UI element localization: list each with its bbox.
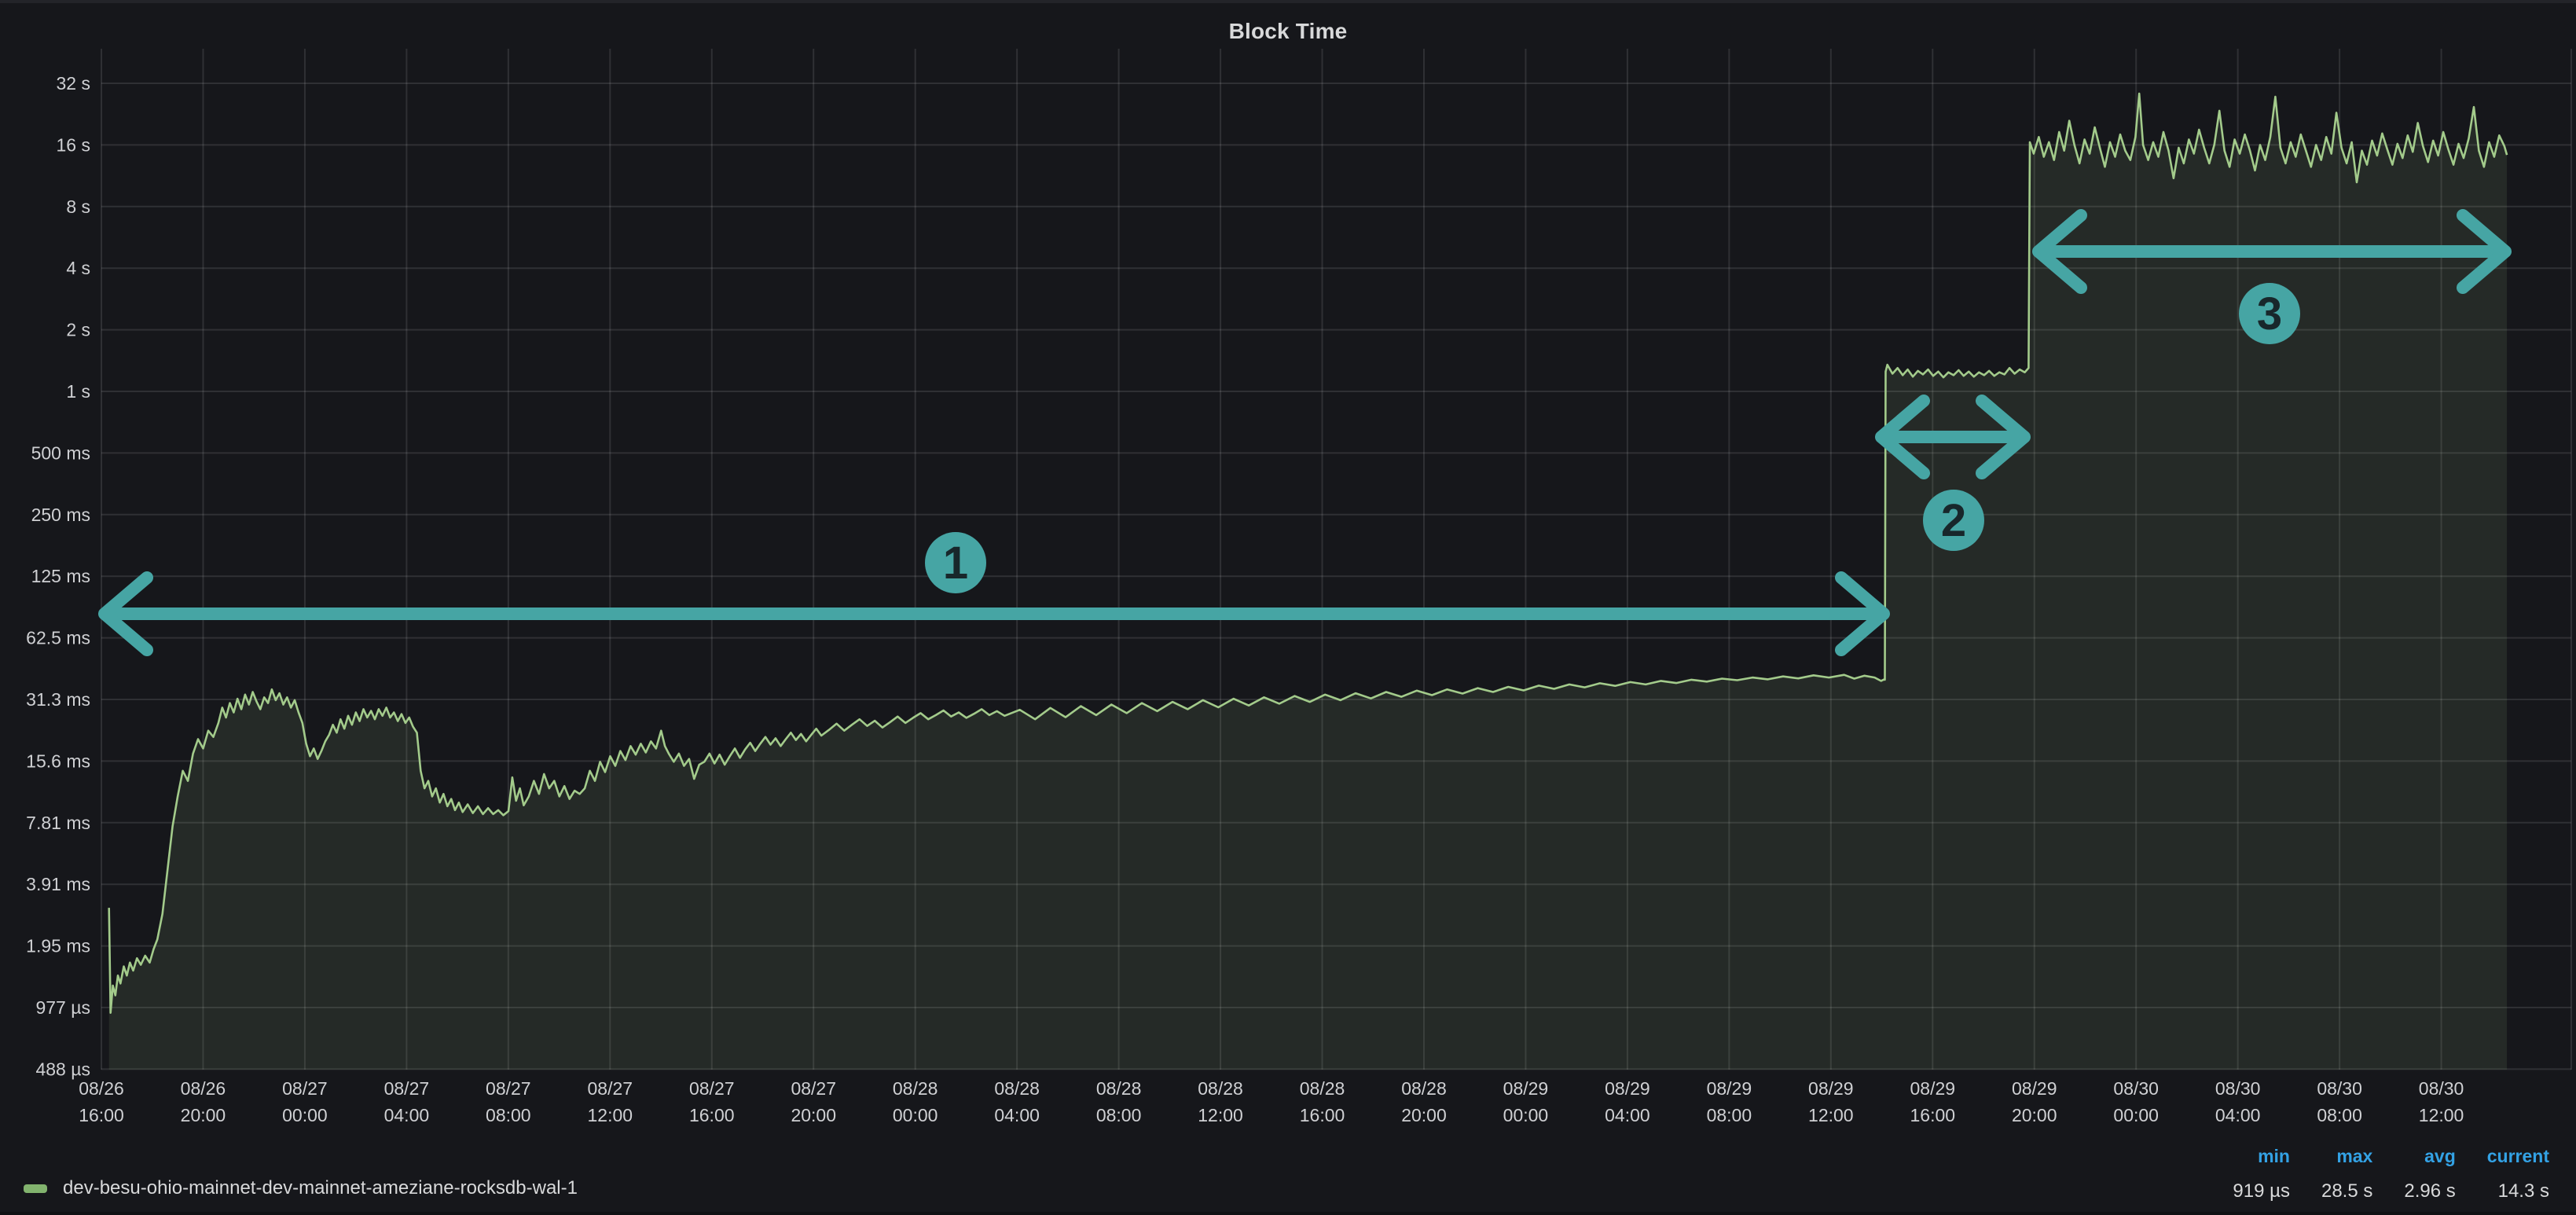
x-tick-date: 08/27 [486,1078,531,1099]
x-tick-time: 08:00 [2317,1105,2362,1125]
x-tick-time: 16:00 [1300,1105,1345,1125]
x-tick-date: 08/29 [1808,1078,1854,1099]
x-tick-time: 12:00 [2419,1105,2464,1125]
legend-stats: min 919 µs max 28.5 s avg 2.96 s current… [2233,1146,2549,1202]
y-tick-label: 125 ms [31,566,90,586]
x-tick-date: 08/27 [384,1078,430,1099]
x-tick-time: 08:00 [1096,1105,1142,1125]
stat-avg-value: 2.96 s [2404,1180,2455,1202]
x-tick-time: 00:00 [282,1105,328,1125]
x-tick-time: 16:00 [689,1105,735,1125]
x-tick-date: 08/28 [1096,1078,1142,1099]
series-legend-label[interactable]: dev-besu-ohio-mainnet-dev-mainnet-amezia… [63,1177,578,1199]
stat-current-value: 14.3 s [2498,1180,2549,1202]
legend: dev-besu-ohio-mainnet-dev-mainnet-amezia… [24,1177,578,1199]
x-tick-date: 08/30 [2215,1078,2261,1099]
stat-max-header: max [2336,1146,2372,1167]
annotation-number: 1 [943,538,968,589]
y-tick-label: 250 ms [31,505,90,525]
x-tick-time: 04:00 [994,1105,1040,1125]
x-tick-time: 08:00 [1707,1105,1752,1125]
stat-current-header: current [2487,1146,2549,1167]
x-tick-time: 16:00 [79,1105,124,1125]
y-tick-label: 32 s [57,73,90,94]
stat-avg: avg 2.96 s [2404,1146,2455,1202]
y-tick-label: 62.5 ms [26,628,90,648]
x-tick-date: 08/28 [1401,1078,1447,1099]
x-tick-time: 20:00 [1401,1105,1447,1125]
y-tick-label: 1 s [66,381,90,402]
y-tick-label: 4 s [66,258,90,278]
stat-avg-header: avg [2424,1146,2456,1167]
block-time-chart[interactable]: 32 s 16 s 8 s 4 s 2 s 1 s 500 ms 250 ms 125 ms 62… [0,3,2576,1215]
x-tick-time: 12:00 [588,1105,633,1125]
stat-max-value: 28.5 s [2321,1180,2372,1202]
y-tick-label: 2 s [66,320,90,340]
x-tick-date: 08/28 [1198,1078,1243,1099]
y-tick-label: 1.95 ms [26,936,90,956]
x-tick-date: 08/27 [689,1078,735,1099]
x-tick-time: 04:00 [1605,1105,1650,1125]
x-tick-date: 08/27 [588,1078,633,1099]
x-tick-date: 08/29 [2012,1078,2057,1099]
x-tick-date: 08/27 [791,1078,836,1099]
y-tick-label: 500 ms [31,442,90,463]
series-color-swatch [24,1184,47,1193]
x-tick-time: 16:00 [1910,1105,1955,1125]
x-tick-time: 20:00 [2012,1105,2057,1125]
x-tick-time: 00:00 [893,1105,938,1125]
x-tick-date: 08/26 [181,1078,226,1099]
x-tick-time: 20:00 [791,1105,836,1125]
y-tick-label: 977 µs [35,997,90,1018]
x-tick-date: 08/28 [893,1078,938,1099]
x-tick-time: 08:00 [486,1105,531,1125]
x-tick-time: 00:00 [1503,1105,1549,1125]
x-tick-time: 04:00 [384,1105,430,1125]
annotation-number: 3 [2257,288,2282,340]
x-tick-time: 12:00 [1808,1105,1854,1125]
y-tick-label: 8 s [66,196,90,217]
y-tick-label: 15.6 ms [26,751,90,771]
y-tick-label: 488 µs [35,1059,90,1079]
x-tick-date: 08/29 [1605,1078,1650,1099]
annotation-number: 2 [1941,495,1966,546]
x-tick-date: 08/29 [1707,1078,1752,1099]
stat-min-value: 919 µs [2233,1180,2290,1202]
x-tick-time: 20:00 [181,1105,226,1125]
x-tick-date: 08/29 [1910,1078,1955,1099]
stat-min-header: min [2258,1146,2290,1167]
y-tick-label: 7.81 ms [26,813,90,833]
x-tick-date: 08/30 [2113,1078,2159,1099]
stat-current: current 14.3 s [2487,1146,2549,1202]
x-tick-time: 04:00 [2215,1105,2261,1125]
stat-min: min 919 µs [2233,1146,2290,1202]
x-tick-date: 08/30 [2317,1078,2362,1099]
x-tick-date: 08/28 [1300,1078,1345,1099]
x-tick-date: 08/29 [1503,1078,1549,1099]
y-tick-label: 16 s [57,134,90,155]
x-tick-date: 08/28 [994,1078,1040,1099]
y-tick-label: 31.3 ms [26,689,90,710]
x-tick-time: 00:00 [2113,1105,2159,1125]
x-tick-time: 12:00 [1198,1105,1243,1125]
y-tick-label: 3.91 ms [26,874,90,894]
stat-max: max 28.5 s [2321,1146,2372,1202]
x-tick-date: 08/26 [79,1078,124,1099]
grafana-panel: Block Time 32 s16 s8 s4 s2 s1 s500 ms250… [0,0,2576,1212]
x-tick-date: 08/27 [282,1078,328,1099]
x-tick-date: 08/30 [2419,1078,2464,1099]
